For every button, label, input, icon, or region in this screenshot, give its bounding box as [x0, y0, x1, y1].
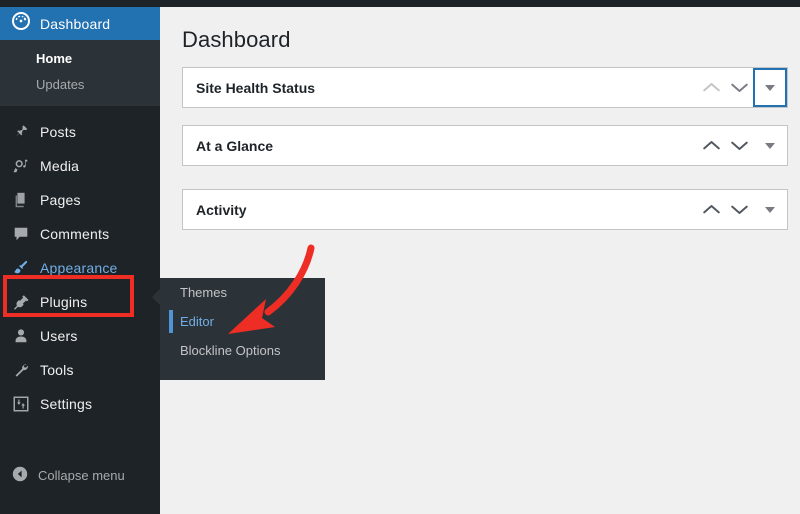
- sidebar-item-plugins[interactable]: Plugins: [0, 285, 160, 319]
- dashboard-submenu: Home Updates: [0, 40, 160, 106]
- admin-bar: [0, 0, 800, 7]
- paintbrush-icon: [11, 258, 31, 278]
- screen-root: Dashboard Home Updates Posts Media Pages…: [0, 0, 800, 514]
- panel-at-a-glance: At a Glance: [182, 125, 788, 166]
- flyout-item-themes[interactable]: Themes: [160, 278, 325, 307]
- panel-title: At a Glance: [196, 137, 274, 154]
- move-up-icon[interactable]: [697, 68, 725, 107]
- toggle-panel-caret-icon[interactable]: [753, 126, 787, 165]
- toggle-panel-caret-icon[interactable]: [753, 190, 787, 229]
- flyout-pointer: [152, 289, 160, 305]
- main-content: Dashboard Site Health Status At a Glance: [160, 7, 800, 514]
- flyout-item-editor[interactable]: Editor: [160, 307, 325, 336]
- panel-site-health-status: Site Health Status: [182, 67, 788, 108]
- sidebar-item-label: Tools: [40, 362, 74, 378]
- page-title: Dashboard: [182, 27, 291, 52]
- pushpin-icon: [11, 122, 31, 142]
- flyout-item-label: Editor: [180, 314, 214, 329]
- collapse-left-arrow-icon: [11, 465, 29, 486]
- chevron-down-icon: [765, 206, 775, 213]
- sidebar-item-label: Media: [40, 158, 80, 174]
- sidebar-item-tools[interactable]: Tools: [0, 353, 160, 387]
- sidebar-item-dashboard[interactable]: Dashboard: [0, 7, 168, 40]
- sidebar-item-settings[interactable]: Settings: [0, 387, 160, 421]
- current-item-bar: [169, 310, 173, 333]
- wrench-icon: [11, 360, 31, 380]
- panel-activity: Activity: [182, 189, 788, 230]
- sidebar-item-label: Pages: [40, 192, 81, 208]
- sliders-icon: [11, 394, 31, 414]
- chevron-down-icon: [765, 84, 775, 91]
- panel-controls: [697, 126, 787, 165]
- comment-bubble-icon: [11, 224, 31, 244]
- sidebar-item-label: Posts: [40, 124, 77, 140]
- sidebar-item-label: Appearance: [40, 260, 118, 276]
- admin-sidebar: Dashboard Home Updates Posts Media Pages…: [0, 7, 168, 514]
- collapse-menu-label: Collapse menu: [38, 467, 125, 483]
- appearance-flyout-submenu: Themes Editor Blockline Options: [152, 278, 325, 380]
- submenu-item-home[interactable]: Home: [0, 46, 160, 72]
- move-up-icon[interactable]: [697, 190, 725, 229]
- move-up-icon[interactable]: [697, 126, 725, 165]
- panel-title: Activity: [196, 201, 247, 218]
- sidebar-item-label: Settings: [40, 396, 93, 412]
- user-person-icon: [11, 326, 31, 346]
- sidebar-item-label: Plugins: [40, 294, 88, 310]
- panel-controls: [697, 68, 787, 107]
- sidebar-item-label: Comments: [40, 226, 110, 242]
- sidebar-menu-list: Posts Media Pages Comments Appearance Pl…: [0, 115, 160, 421]
- submenu-item-updates[interactable]: Updates: [0, 72, 160, 98]
- chevron-down-icon: [765, 142, 775, 149]
- dashboard-gauge-icon: [11, 11, 31, 36]
- panel-title: Site Health Status: [196, 79, 316, 96]
- sidebar-item-pages[interactable]: Pages: [0, 183, 160, 217]
- panel-controls: [697, 190, 787, 229]
- sidebar-item-appearance[interactable]: Appearance: [0, 251, 160, 285]
- sidebar-item-media[interactable]: Media: [0, 149, 160, 183]
- sidebar-item-label: Users: [40, 328, 78, 344]
- move-down-icon[interactable]: [725, 190, 753, 229]
- collapse-menu-button[interactable]: Collapse menu: [0, 460, 125, 490]
- sidebar-item-posts[interactable]: Posts: [0, 115, 160, 149]
- move-down-icon[interactable]: [725, 68, 753, 107]
- media-note-icon: [11, 156, 31, 176]
- move-down-icon[interactable]: [725, 126, 753, 165]
- sidebar-item-users[interactable]: Users: [0, 319, 160, 353]
- toggle-panel-caret-icon[interactable]: [753, 68, 787, 107]
- plug-icon: [11, 292, 31, 312]
- sidebar-item-comments[interactable]: Comments: [0, 217, 160, 251]
- flyout-item-blockline-options[interactable]: Blockline Options: [160, 336, 325, 365]
- sidebar-item-label: Dashboard: [40, 15, 111, 32]
- pages-stack-icon: [11, 190, 31, 210]
